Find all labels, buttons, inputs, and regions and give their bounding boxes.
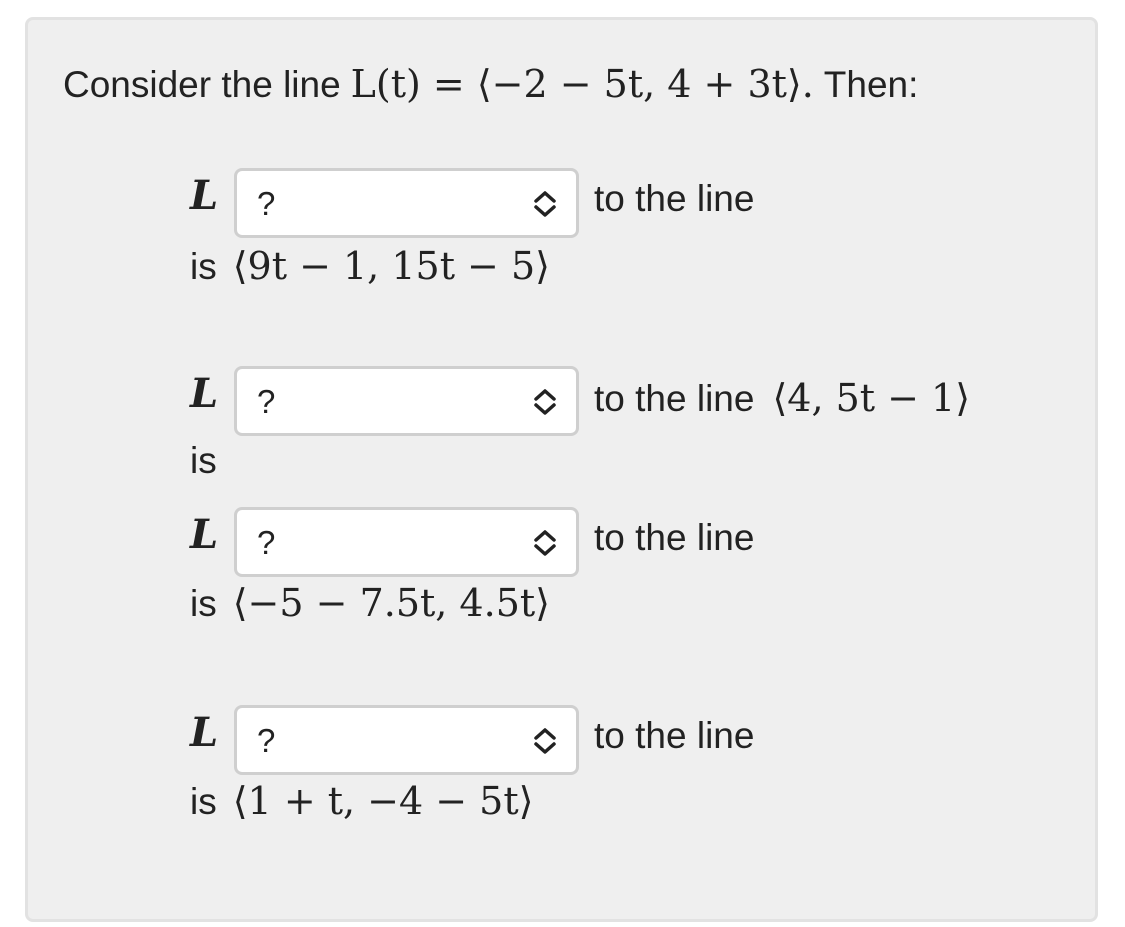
relation-select-1[interactable]: ? (234, 168, 579, 238)
chevron-up-down-icon (534, 389, 556, 415)
select-value-4: ? (257, 722, 276, 759)
is-label-4: is (190, 781, 217, 822)
is-label-3: is (190, 583, 217, 624)
question-prompt: Consider the line L(t) = ⟨−2 − 5t, 4 + 3… (63, 62, 918, 106)
prompt-text: Consider the line (63, 64, 341, 105)
relation-select-2[interactable]: ? (234, 366, 579, 436)
line-expression-3: ⟨−5 − 7.5t, 4.5t⟩ (232, 581, 550, 625)
relation-select-4[interactable]: ? (234, 705, 579, 775)
line-variable-2: L (190, 370, 219, 417)
chevron-up-down-icon (534, 191, 556, 217)
relation-select-3[interactable]: ? (234, 507, 579, 577)
comparison-text-3: to the line (594, 517, 772, 559)
to-the-line-label-4: to the line (594, 715, 755, 756)
comparison-text-2: to the line ⟨4, 5t − 1⟩ (594, 376, 970, 420)
chevron-up-down-icon (534, 530, 556, 556)
is-line-row-4: is ⟨1 + t, −4 − 5t⟩ (190, 779, 533, 823)
line-variable-1: L (190, 172, 219, 219)
is-line-row-3: is ⟨−5 − 7.5t, 4.5t⟩ (190, 581, 550, 625)
to-the-line-label-3: to the line (594, 517, 755, 558)
question-panel (25, 17, 1098, 922)
select-value-3: ? (257, 524, 276, 561)
line-variable-3: L (190, 511, 219, 558)
is-line-row-2: is (190, 440, 233, 482)
line-expression-4: ⟨1 + t, −4 − 5t⟩ (232, 779, 534, 823)
select-value-1: ? (257, 185, 276, 222)
is-label-1: is (190, 246, 217, 287)
prompt-suffix: Then: (823, 64, 919, 105)
is-line-row-1: is ⟨9t − 1, 15t − 5⟩ (190, 244, 550, 288)
chevron-up-down-icon (534, 728, 556, 754)
to-the-line-label-1: to the line (594, 178, 755, 219)
comparison-text-1: to the line (594, 178, 772, 220)
to-the-line-label-2: to the line (594, 378, 755, 419)
select-value-2: ? (257, 383, 276, 420)
comparison-line-2: ⟨4, 5t − 1⟩ (772, 376, 971, 420)
line-equation: L(t) = ⟨−2 − 5t, 4 + 3t⟩. (350, 62, 814, 106)
is-label-2: is (190, 440, 217, 481)
comparison-text-4: to the line (594, 715, 772, 757)
line-variable-4: L (190, 709, 219, 756)
line-expression-1: ⟨9t − 1, 15t − 5⟩ (232, 244, 550, 288)
